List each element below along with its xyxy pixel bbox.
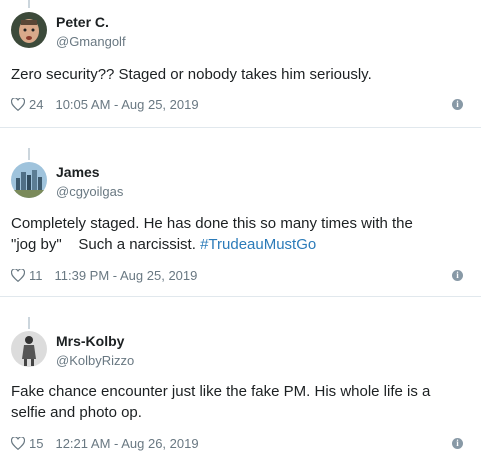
tweet-card[interactable]: Mrs-Kolby @KolbyRizzo Fake chance encoun… bbox=[0, 297, 481, 464]
tweet-meta: 24 10:05 AM - Aug 25, 2019 bbox=[11, 97, 199, 112]
author-handle[interactable]: @Gmangolf bbox=[56, 34, 126, 49]
tweet-text-line: Zero security?? Staged or nobody takes h… bbox=[11, 66, 372, 83]
author-handle[interactable]: @KolbyRizzo bbox=[56, 353, 134, 368]
tweet-text: Fake chance encounter just like the fake… bbox=[11, 381, 476, 423]
timestamp[interactable]: 12:21 AM - Aug 26, 2019 bbox=[55, 436, 198, 451]
heart-icon[interactable] bbox=[11, 98, 25, 111]
tweet-card[interactable]: Peter C. @Gmangolf Zero security?? Stage… bbox=[0, 0, 481, 126]
timestamp[interactable]: 10:05 AM - Aug 25, 2019 bbox=[55, 97, 198, 112]
timestamp[interactable]: 11:39 PM - Aug 25, 2019 bbox=[55, 268, 198, 283]
tweet-meta: 15 12:21 AM - Aug 26, 2019 bbox=[11, 436, 199, 451]
author-name[interactable]: Peter C. bbox=[56, 14, 109, 30]
like-count[interactable]: 11 bbox=[29, 268, 43, 283]
tweet-text-line: selfie and photo op. bbox=[11, 404, 142, 421]
like-count[interactable]: 24 bbox=[29, 97, 43, 112]
tweet-text-line: Completely staged. He has done this so m… bbox=[11, 215, 413, 232]
heart-icon[interactable] bbox=[11, 437, 25, 450]
avatar[interactable] bbox=[11, 12, 47, 48]
info-icon[interactable]: i bbox=[452, 438, 463, 449]
author-name[interactable]: Mrs-Kolby bbox=[56, 333, 124, 349]
tweet-text-line: "jog by" Such a narcissist. #TrudeauMust… bbox=[11, 234, 476, 255]
avatar[interactable] bbox=[11, 331, 47, 367]
author-handle[interactable]: @cgyoilgas bbox=[56, 184, 123, 199]
tweet-text: Zero security?? Staged or nobody takes h… bbox=[11, 64, 476, 85]
tweet-text: Completely staged. He has done this so m… bbox=[11, 213, 476, 255]
hashtag-link[interactable]: #TrudeauMustGo bbox=[200, 236, 316, 253]
tweet-text-line: Fake chance encounter just like the fake… bbox=[11, 383, 431, 400]
tweet-text-fragment: "jog by" Such a narcissist. bbox=[11, 236, 201, 253]
heart-icon[interactable] bbox=[11, 269, 25, 282]
info-icon[interactable]: i bbox=[452, 270, 463, 281]
like-count[interactable]: 15 bbox=[29, 436, 43, 451]
tweet-card[interactable]: James @cgyoilgas Completely staged. He h… bbox=[0, 128, 481, 296]
author-name[interactable]: James bbox=[56, 164, 100, 180]
info-icon[interactable]: i bbox=[452, 99, 463, 110]
tweet-meta: 11 11:39 PM - Aug 25, 2019 bbox=[11, 268, 197, 283]
avatar[interactable] bbox=[11, 162, 47, 198]
